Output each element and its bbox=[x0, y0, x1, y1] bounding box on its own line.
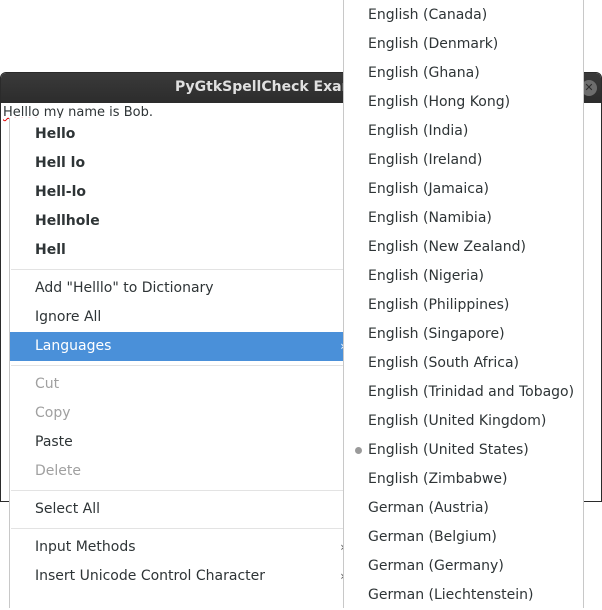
language-item[interactable]: English (Jamaica) bbox=[344, 175, 583, 204]
language-item[interactable]: German (Austria) bbox=[344, 494, 583, 523]
language-item[interactable]: English (South Africa) bbox=[344, 349, 583, 378]
language-label: German (Austria) bbox=[368, 500, 489, 516]
language-label: English (Denmark) bbox=[368, 36, 499, 52]
language-item[interactable]: German (Liechtenstein) bbox=[344, 581, 583, 610]
language-label: English (Ghana) bbox=[368, 65, 480, 81]
select-all-item[interactable]: Select All bbox=[10, 495, 352, 524]
copy-item: Copy bbox=[35, 405, 71, 421]
language-item[interactable]: English (Ghana) bbox=[344, 59, 583, 88]
language-label: German (Liechtenstein) bbox=[368, 587, 534, 603]
suggestion-item[interactable]: Hell-lo bbox=[10, 178, 352, 207]
language-label: English (Jamaica) bbox=[368, 181, 490, 197]
suggestion-item[interactable]: Hell lo bbox=[10, 149, 352, 178]
language-label: German (Germany) bbox=[368, 558, 504, 574]
menu-separator bbox=[11, 365, 351, 366]
language-label: English (Philippines) bbox=[368, 297, 510, 313]
insert-unicode-label: Insert Unicode Control Character bbox=[35, 568, 266, 584]
language-item[interactable]: English (Trinidad and Tobago) bbox=[344, 378, 583, 407]
language-item[interactable]: German (Belgium) bbox=[344, 523, 583, 552]
input-methods-item[interactable]: Input Methods › bbox=[10, 533, 352, 562]
language-label: English (Trinidad and Tobago) bbox=[368, 384, 575, 400]
language-item[interactable]: English (Namibia) bbox=[344, 204, 583, 233]
suggestion-item[interactable]: Hellhole bbox=[10, 207, 352, 236]
delete-item: Delete bbox=[35, 463, 81, 479]
add-to-dictionary-item[interactable]: Add "Helllo" to Dictionary bbox=[10, 274, 352, 303]
language-item[interactable]: English (Singapore) bbox=[344, 320, 583, 349]
menu-separator bbox=[11, 269, 351, 270]
language-label: English (Ireland) bbox=[368, 152, 483, 168]
language-label: English (South Africa) bbox=[368, 355, 519, 371]
language-label: English (United States) bbox=[368, 442, 529, 458]
language-label: English (Canada) bbox=[368, 7, 488, 23]
language-item[interactable]: English (India) bbox=[344, 117, 583, 146]
ignore-all-item[interactable]: Ignore All bbox=[10, 303, 352, 332]
insert-unicode-item[interactable]: Insert Unicode Control Character › bbox=[10, 562, 352, 591]
context-menu: Hello Hell lo Hell-lo Hellhole Hell Add … bbox=[9, 118, 353, 608]
suggestion-item[interactable]: Hello bbox=[10, 120, 352, 149]
radio-selected-icon bbox=[355, 447, 362, 454]
cut-item: Cut bbox=[35, 376, 60, 392]
window-title: PyGtkSpellCheck Examp bbox=[175, 79, 367, 95]
paste-item[interactable]: Paste bbox=[10, 428, 352, 457]
language-item[interactable]: English (United Kingdom) bbox=[344, 407, 583, 436]
language-item[interactable]: English (Hong Kong) bbox=[344, 88, 583, 117]
menu-separator bbox=[11, 490, 351, 491]
menu-separator bbox=[11, 528, 351, 529]
language-item[interactable]: German (Germany) bbox=[344, 552, 583, 581]
language-item[interactable]: English (New Zealand) bbox=[344, 233, 583, 262]
input-methods-label: Input Methods bbox=[35, 539, 136, 555]
language-item[interactable]: English (Nigeria) bbox=[344, 262, 583, 291]
language-label: English (Hong Kong) bbox=[368, 94, 511, 110]
language-label: German (Belgium) bbox=[368, 529, 497, 545]
language-item[interactable]: English (Ireland) bbox=[344, 146, 583, 175]
language-item[interactable]: English (Denmark) bbox=[344, 30, 583, 59]
language-item[interactable]: English (Zimbabwe) bbox=[344, 465, 583, 494]
language-label: English (Nigeria) bbox=[368, 268, 485, 284]
language-label: English (Singapore) bbox=[368, 326, 505, 342]
language-label: English (Zimbabwe) bbox=[368, 471, 508, 487]
language-label: English (United Kingdom) bbox=[368, 413, 547, 429]
language-item[interactable]: English (Philippines) bbox=[344, 291, 583, 320]
language-item[interactable]: English (Canada) bbox=[344, 1, 583, 30]
languages-submenu: English (Canada) English (Denmark) English… bbox=[343, 0, 584, 608]
language-item[interactable]: English (United States) bbox=[344, 436, 583, 465]
language-label: English (Namibia) bbox=[368, 210, 492, 226]
suggestion-item[interactable]: Hell bbox=[10, 236, 352, 265]
language-label: English (New Zealand) bbox=[368, 239, 526, 255]
languages-item[interactable]: Languages › bbox=[10, 332, 352, 361]
languages-label: Languages bbox=[35, 338, 112, 354]
language-label: English (India) bbox=[368, 123, 469, 139]
